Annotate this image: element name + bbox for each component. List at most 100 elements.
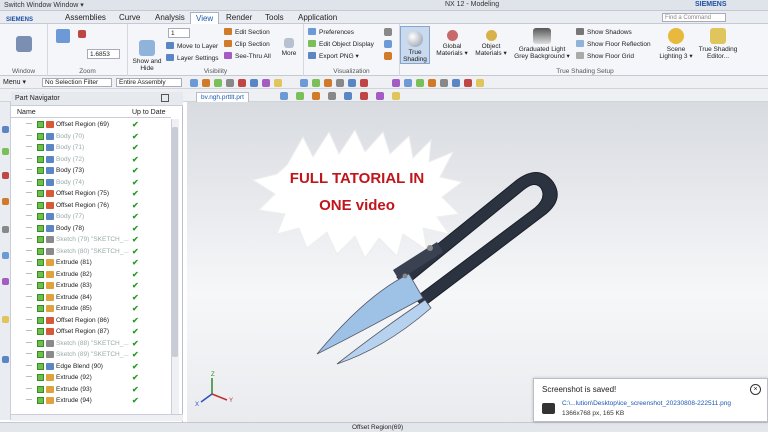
table-row[interactable]: — Edge Blend (90) ✔ [11, 361, 171, 373]
visibility-checkbox[interactable] [37, 224, 44, 232]
table-row[interactable]: — Extrude (81) ✔ [11, 257, 171, 269]
snap-point-icon-7[interactable] [464, 79, 472, 87]
visibility-checkbox[interactable] [37, 190, 44, 197]
table-row[interactable]: — Extrude (83) ✔ [11, 280, 171, 292]
tab-view[interactable]: View [190, 12, 220, 24]
show-floor-reflection-button[interactable]: Show Floor Reflection [576, 40, 651, 48]
show-floor-grid-button[interactable]: Show Floor Grid [576, 52, 634, 60]
quick-access-toolbar[interactable]: Switch Window Window ▾ [4, 1, 84, 9]
see-thru-button[interactable]: See-Thru All [224, 52, 271, 60]
constraint-navigator-icon[interactable] [2, 172, 9, 179]
background-button[interactable]: Graduated Light Grey Background ▾ [512, 28, 572, 60]
table-row[interactable]: — Sketch (79) "SKETCH_... ✔ [11, 234, 171, 246]
snap-point-icon-1[interactable] [392, 79, 400, 87]
graphics-tab[interactable]: bv.ngh.prttlt.prt [196, 92, 249, 102]
assembly-scope-select[interactable]: Entire Assembly [116, 78, 182, 87]
visibility-checkbox[interactable] [37, 282, 44, 289]
table-row[interactable]: — Extrude (94) ✔ [11, 395, 171, 407]
visibility-checkbox[interactable] [37, 397, 44, 404]
view-icon-2[interactable] [296, 92, 304, 100]
close-icon[interactable]: × [750, 384, 761, 395]
screenshot-path-link[interactable]: C:\...lution\Desktop\ice_screenshot_2023… [562, 400, 731, 407]
visibility-checkbox[interactable] [37, 236, 44, 243]
process-studio-icon[interactable] [2, 278, 9, 285]
display-icon-2[interactable] [384, 40, 392, 48]
snap-point-icon-5[interactable] [440, 79, 448, 87]
select-icon[interactable] [190, 79, 198, 87]
more-button[interactable]: More [278, 38, 300, 57]
visibility-checkbox[interactable] [37, 374, 44, 381]
global-materials-button[interactable]: Global Materials ▾ [434, 30, 470, 57]
zoom-value-field[interactable]: 1.6853 [87, 49, 120, 59]
tab-curve[interactable]: Curve [114, 12, 145, 24]
visibility-checkbox[interactable] [37, 155, 44, 163]
curve-icon[interactable] [238, 79, 246, 87]
visibility-checkbox[interactable] [37, 270, 44, 278]
assembly-navigator-icon[interactable] [2, 148, 9, 155]
tab-tools[interactable]: Tools [260, 12, 289, 24]
snap-point-icon-4[interactable] [428, 79, 436, 87]
pan-icon[interactable] [312, 79, 320, 87]
display-icon-1[interactable] [384, 28, 392, 36]
visibility-checkbox[interactable] [37, 316, 44, 324]
navigator-horizontal-scrollbar[interactable] [11, 414, 183, 421]
view-icon-7[interactable] [376, 92, 384, 100]
table-row[interactable]: — Extrude (93) ✔ [11, 384, 171, 396]
column-up-to-date[interactable]: Up to Date [132, 109, 165, 116]
edit-object-display-button[interactable]: Edit Object Display [308, 40, 374, 48]
table-row[interactable]: — Body (77) ✔ [11, 211, 171, 223]
visibility-checkbox[interactable] [37, 247, 44, 255]
visibility-checkbox[interactable] [37, 121, 44, 128]
scene-lighting-button[interactable]: Scene Lighting 3 ▾ [658, 28, 694, 60]
visibility-checkbox[interactable] [37, 259, 44, 266]
visibility-checkbox[interactable] [37, 351, 44, 358]
shaded-icon[interactable] [348, 79, 356, 87]
visibility-checkbox[interactable] [37, 132, 44, 140]
zoom-window-icon[interactable] [324, 79, 332, 87]
table-row[interactable]: — Extrude (84) ✔ [11, 292, 171, 304]
graphics-window[interactable]: FULL TATORIAL IN ONE video Z Y X [187, 102, 768, 422]
clip-section-button[interactable]: Clip Section [224, 40, 270, 48]
menu-button[interactable]: Menu ▾ [3, 78, 26, 86]
true-shading-button[interactable]: True Shading [400, 26, 430, 64]
table-row[interactable]: — Offset Region (86) ✔ [11, 315, 171, 327]
preferences-button[interactable]: Preferences [308, 28, 354, 36]
table-row[interactable]: — Body (70) ✔ [11, 131, 171, 143]
shading-editor-button[interactable]: True Shading Editor... [696, 28, 740, 60]
view-icon-4[interactable] [328, 92, 336, 100]
export-png-button[interactable]: Export PNG ▾ [308, 52, 359, 60]
view-icon-5[interactable] [344, 92, 352, 100]
fit-icon[interactable] [78, 30, 86, 38]
move-to-layer-button[interactable]: Move to Layer [166, 42, 218, 50]
table-row[interactable]: — Offset Region (75) ✔ [11, 188, 171, 200]
layer-settings-button[interactable]: Layer Settings [166, 54, 219, 62]
tab-render[interactable]: Render [221, 12, 257, 24]
body-icon[interactable] [274, 79, 282, 87]
visibility-checkbox[interactable] [37, 201, 44, 209]
navigator-scroll-thumb[interactable] [172, 127, 178, 357]
edit-section-button[interactable]: Edit Section [224, 28, 270, 36]
layer-select[interactable]: 1 [168, 28, 190, 38]
display-icon-3[interactable] [384, 52, 392, 60]
snap-point-icon-6[interactable] [452, 79, 460, 87]
rotate-icon[interactable] [300, 79, 308, 87]
view-icon-3[interactable] [312, 92, 320, 100]
face-icon[interactable] [250, 79, 258, 87]
tab-analysis[interactable]: Analysis [150, 12, 190, 24]
table-row[interactable]: — Sketch (80) "SKETCH_... ✔ [11, 246, 171, 258]
zoom-icon[interactable] [56, 29, 70, 43]
panel-close-icon[interactable] [161, 94, 169, 102]
fit-view-icon[interactable] [336, 79, 344, 87]
snap-icon[interactable] [214, 79, 222, 87]
part-navigator-icon[interactable] [2, 126, 9, 133]
table-row[interactable]: — Offset Region (69) ✔ [11, 119, 171, 131]
filter-icon[interactable] [202, 79, 210, 87]
history-icon[interactable] [2, 252, 9, 259]
wireframe-icon[interactable] [360, 79, 368, 87]
show-shadows-button[interactable]: Show Shadows [576, 28, 632, 36]
table-row[interactable]: — Offset Region (76) ✔ [11, 200, 171, 212]
visibility-checkbox[interactable] [37, 339, 44, 347]
folder-icon[interactable] [542, 403, 555, 414]
table-row[interactable]: — Sketch (88) "SKETCH_... ✔ [11, 338, 171, 350]
table-row[interactable]: — Body (74) ✔ [11, 177, 171, 189]
